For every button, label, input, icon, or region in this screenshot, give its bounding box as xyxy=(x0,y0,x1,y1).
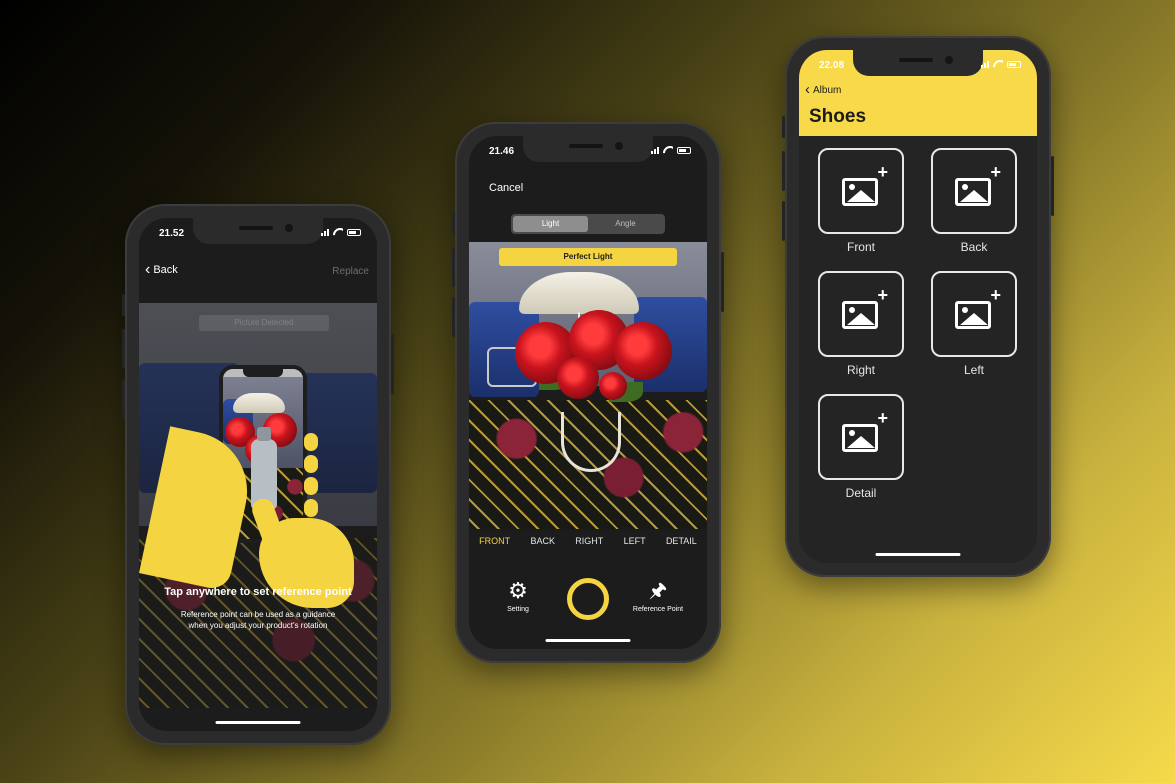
battery-icon xyxy=(1007,60,1021,68)
tile-label-detail: Detail xyxy=(845,486,877,500)
reference-point-button[interactable]: 🖈 Reference Point xyxy=(623,580,693,613)
wifi-icon xyxy=(333,228,343,236)
hint-body-1: Reference point can be used as a guidanc… xyxy=(180,610,336,619)
image-add-icon xyxy=(842,178,878,206)
tile-right[interactable]: + xyxy=(818,271,904,357)
chevron-left-icon: ‹ xyxy=(145,261,151,278)
image-add-icon xyxy=(955,301,991,329)
album-back-label: Album xyxy=(813,84,842,96)
home-indicator[interactable] xyxy=(215,721,301,724)
faded-detected-label: Picture Detected xyxy=(199,315,329,331)
home-indicator[interactable] xyxy=(875,553,961,556)
setting-button[interactable]: ⚙ Setting xyxy=(493,578,543,614)
back-button[interactable]: ‹ Back xyxy=(145,261,178,278)
phone-album: 22.08 ‹ Album Shoes + Front + Back + Rig… xyxy=(782,36,1054,577)
notch xyxy=(523,136,653,162)
status-time: 22.08 xyxy=(819,60,845,71)
tile-label-left: Left xyxy=(963,363,984,377)
segment-angle[interactable]: Angle xyxy=(588,216,663,232)
setting-label: Setting xyxy=(507,606,529,613)
notch xyxy=(853,50,983,76)
tile-front[interactable]: + xyxy=(818,148,904,234)
status-time: 21.52 xyxy=(159,228,185,239)
signal-icon xyxy=(981,60,989,68)
camera-preview[interactable]: Perfect Light xyxy=(469,242,707,529)
signal-icon xyxy=(651,146,659,154)
tile-label-back: Back xyxy=(960,240,988,254)
image-add-icon xyxy=(955,178,991,206)
wifi-icon xyxy=(993,60,1003,68)
image-add-icon xyxy=(842,301,878,329)
light-status-banner: Perfect Light xyxy=(499,248,677,266)
screen: 22.08 ‹ Album Shoes + Front + Back + Rig… xyxy=(799,50,1037,563)
tile-back[interactable]: + xyxy=(931,148,1017,234)
camera-preview[interactable]: Picture Detected Tap anywhere to set ref… xyxy=(139,303,377,708)
angle-right[interactable]: RIGHT xyxy=(575,536,603,550)
back-label: Back xyxy=(153,264,178,276)
angle-back[interactable]: BACK xyxy=(530,536,555,550)
tile-detail[interactable]: + xyxy=(818,394,904,480)
angle-selector: FRONT BACK RIGHT LEFT DETAIL xyxy=(469,536,707,550)
status-icons xyxy=(651,146,691,154)
angle-left[interactable]: LEFT xyxy=(624,536,646,550)
battery-icon xyxy=(677,146,691,154)
status-time: 21.46 xyxy=(489,146,515,157)
mode-segmented-control[interactable]: Light Angle xyxy=(511,214,665,234)
status-icons xyxy=(981,60,1021,68)
page-title: Shoes xyxy=(809,106,867,127)
chevron-left-icon: ‹ xyxy=(805,81,810,98)
gear-icon: ⚙ xyxy=(508,578,528,603)
hint-body-2: when you adjust your product's rotation xyxy=(188,621,328,630)
tile-label-right: Right xyxy=(846,363,875,377)
tile-label-front: Front xyxy=(846,240,875,254)
battery-icon xyxy=(347,228,361,236)
phone-camera: 21.46 Cancel Light Angle Perfect Light F… xyxy=(452,122,724,663)
status-icons xyxy=(321,228,361,236)
reference-point-label: Reference Point xyxy=(632,606,684,613)
home-indicator[interactable] xyxy=(545,639,631,642)
phone-reference-point: 21.52 ‹ Back Replace Picture Detected Ta… xyxy=(122,204,394,745)
wifi-icon xyxy=(663,146,673,154)
notch xyxy=(193,218,323,244)
image-add-icon xyxy=(842,424,878,452)
hint-title: Tap anywhere to set reference point xyxy=(164,586,352,598)
pin-icon: 🖈 xyxy=(648,580,668,602)
tile-left[interactable]: + xyxy=(931,271,1017,357)
segment-light[interactable]: Light xyxy=(513,216,588,232)
screen: 21.52 ‹ Back Replace Picture Detected Ta… xyxy=(139,218,377,731)
screen: 21.46 Cancel Light Angle Perfect Light F… xyxy=(469,136,707,649)
shutter-button[interactable] xyxy=(567,578,609,620)
replace-button[interactable]: Replace xyxy=(332,266,369,277)
angle-front[interactable]: FRONT xyxy=(479,536,510,550)
angle-detail[interactable]: DETAIL xyxy=(666,536,697,550)
signal-icon xyxy=(321,228,329,236)
album-back-button[interactable]: ‹ Album xyxy=(805,81,842,98)
cancel-button[interactable]: Cancel xyxy=(489,182,523,194)
